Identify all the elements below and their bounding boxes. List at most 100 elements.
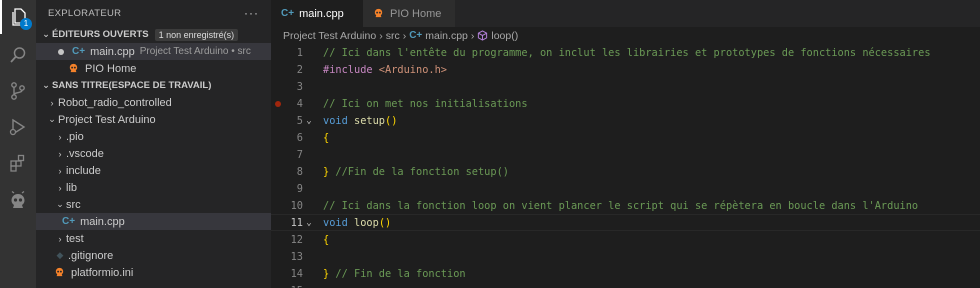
code-editor[interactable]: 1 // Ici dans l'entête du programme, on i… <box>271 44 980 288</box>
platformio-button[interactable] <box>0 184 36 218</box>
chevron-right-icon: › <box>58 233 62 244</box>
tree-item-robot-radio[interactable]: › Robot_radio_controlled <box>36 94 271 111</box>
tree-item-label: include <box>66 164 101 177</box>
tree-item-platformio-ini[interactable]: platformio.ini <box>36 264 271 281</box>
chevron-right-icon: › <box>50 97 54 108</box>
code-line[interactable]: 15 <box>271 282 980 288</box>
code-token: () <box>385 114 398 127</box>
tree-item-gitignore[interactable]: ◆ .gitignore <box>36 247 271 264</box>
code-line[interactable]: 5 ⌄ void setup() <box>271 112 980 129</box>
tree-item-label: .gitignore <box>68 249 114 262</box>
chevron-right-icon: › <box>58 148 62 159</box>
line-number: 9 <box>296 182 303 195</box>
line-number: 7 <box>296 148 303 161</box>
source-control-button[interactable] <box>0 74 36 108</box>
explorer-button[interactable]: 1 <box>0 0 36 34</box>
fold-chevron-icon[interactable]: ⌄ <box>303 218 315 228</box>
source-control-icon <box>11 82 25 100</box>
tab-label: main.cpp <box>299 7 344 20</box>
platformio-icon <box>374 8 383 18</box>
code-token: // Ici dans la fonction loop on vient pl… <box>323 199 919 212</box>
tree-item-vscode[interactable]: › .vscode <box>36 145 271 162</box>
code-token: void <box>323 114 354 127</box>
run-debug-button[interactable] <box>0 110 36 144</box>
chevron-down-icon: ⌄ <box>56 199 64 209</box>
code-line[interactable]: 1 // Ici dans l'entête du programme, on i… <box>271 44 980 61</box>
cpp-file-icon: C+ <box>62 216 76 227</box>
workspace-section[interactable]: ⌄ SANS TITRE(ESPACE DE TRAVAIL) <box>36 77 271 94</box>
editor-tabs: C+ main.cpp PIO Home <box>271 0 980 27</box>
breadcrumb-folder[interactable]: src <box>386 30 400 42</box>
chevron-down-icon: ⌄ <box>48 114 56 124</box>
tree-item-label: platformio.ini <box>71 266 134 279</box>
line-number: 14 <box>290 267 303 280</box>
code-line[interactable]: 8 } //Fin de la fonction setup() <box>271 163 980 180</box>
open-editor-pio-home[interactable]: PIO Home <box>36 60 271 77</box>
line-number: 8 <box>296 165 303 178</box>
unsaved-dot-icon[interactable] <box>58 48 64 55</box>
code-token: { <box>323 131 330 144</box>
tab-label: PIO Home <box>390 7 442 20</box>
code-line[interactable]: 4// Ici on met nos initialisations <box>271 95 980 112</box>
cpp-file-icon: C+ <box>281 8 295 19</box>
explorer-header: EXPLORATEUR ··· <box>36 0 271 26</box>
chevron-right-icon: › <box>402 29 407 42</box>
tab-pio-home[interactable]: PIO Home <box>363 0 455 27</box>
breadcrumb-symbol[interactable]: loop() <box>491 30 518 42</box>
breadcrumb-project[interactable]: Project Test Arduino <box>283 30 376 42</box>
code-line[interactable]: 12 { <box>271 231 980 248</box>
code-line[interactable]: 11 ⌄ void loop() <box>271 214 980 231</box>
code-text: void setup() <box>315 115 397 127</box>
line-number: 5 <box>296 114 303 127</box>
platformio-icon <box>69 63 78 73</box>
code-token: //Fin de la fonction setup() <box>329 165 509 178</box>
code-line[interactable]: 3 <box>271 78 980 95</box>
fold-chevron-icon[interactable]: ⌄ <box>303 116 315 126</box>
code-text: } //Fin de la fonction setup() <box>315 166 509 178</box>
code-line[interactable]: 2 #include <Arduino.h> <box>271 61 980 78</box>
line-number: 15 <box>271 285 303 288</box>
tree-item-src[interactable]: ⌄ src <box>36 196 271 213</box>
line-number: 1 <box>296 46 303 59</box>
tree-item-project-test[interactable]: ⌄ Project Test Arduino <box>36 111 271 128</box>
code-line[interactable]: 6{ <box>271 129 980 146</box>
open-editors-section[interactable]: ⌄ ÉDITEURS OUVERTS 1 non enregistré(s) <box>36 26 271 43</box>
code-text: #include <Arduino.h> <box>315 64 447 76</box>
run-debug-icon <box>9 118 26 136</box>
line-number: 2 <box>296 63 303 76</box>
tree-item-label: lib <box>66 181 78 194</box>
chevron-right-icon: › <box>470 29 475 42</box>
extensions-button[interactable] <box>0 146 36 180</box>
more-actions-icon[interactable]: ··· <box>244 6 259 20</box>
code-token: void <box>323 216 354 229</box>
tree-item-pio[interactable]: › .pio <box>36 128 271 145</box>
tree-item-test[interactable]: › test <box>36 230 271 247</box>
gitignore-file-icon: ◆ <box>56 250 64 260</box>
unsaved-count-tooltip: 1 non enregistré(s) <box>154 28 239 41</box>
tab-main-cpp[interactable]: C+ main.cpp <box>271 0 363 27</box>
breadcrumb-file[interactable]: main.cpp <box>425 30 468 42</box>
code-line[interactable]: 13 <box>271 248 980 265</box>
chevron-right-icon: › <box>379 29 383 42</box>
tree-item-label: Robot_radio_controlled <box>58 96 172 109</box>
search-button[interactable] <box>0 38 36 72</box>
tree-item-include[interactable]: › include <box>36 162 271 179</box>
tree-item-lib[interactable]: › lib <box>36 179 271 196</box>
workspace-label: SANS TITRE(ESPACE DE TRAVAIL) <box>52 80 212 91</box>
open-editor-main-cpp[interactable]: C+ main.cpp Project Test Arduino • src <box>36 43 271 60</box>
tree-item-main-cpp[interactable]: C+ main.cpp <box>36 213 271 230</box>
code-line[interactable]: 14} // Fin de la fonction <box>271 265 980 282</box>
code-token: // Ici on met nos initialisations <box>323 97 528 110</box>
line-number: 12 <box>290 233 303 246</box>
code-line[interactable]: 9 <box>271 180 980 197</box>
tree-item-label: main.cpp <box>80 215 125 228</box>
code-line[interactable]: 10 // Ici dans la fonction loop on vient … <box>271 197 980 214</box>
chevron-right-icon: › <box>58 131 62 142</box>
line-number: 10 <box>290 199 303 212</box>
tree-item-label: src <box>66 198 81 211</box>
extensions-icon <box>10 154 25 172</box>
breakpoint-icon[interactable] <box>275 101 281 107</box>
code-token: setup <box>354 114 385 127</box>
code-line[interactable]: 7 <box>271 146 980 163</box>
code-token: () <box>378 216 392 229</box>
